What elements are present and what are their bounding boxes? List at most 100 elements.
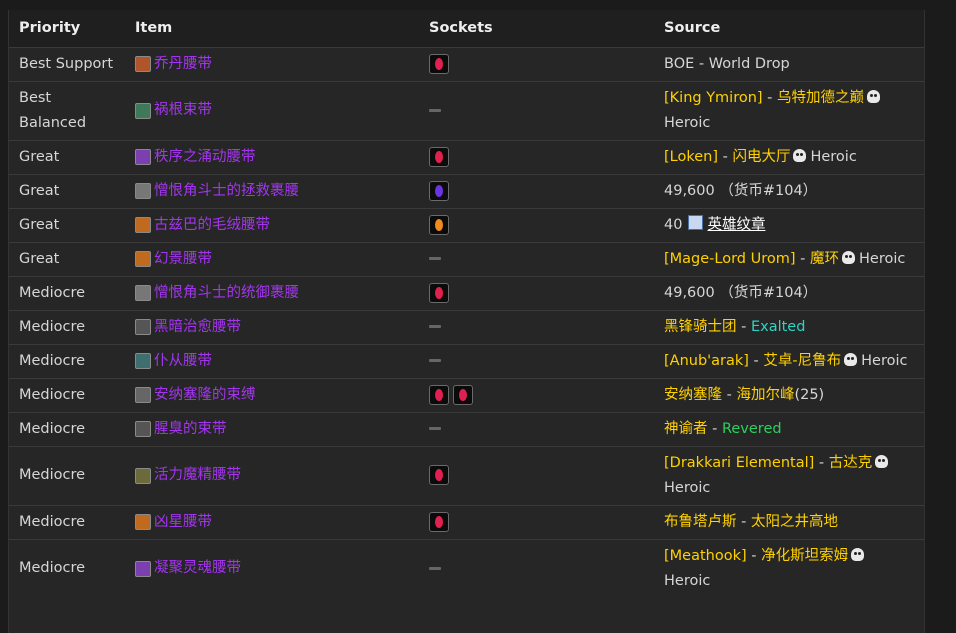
source-faction-link[interactable]: 神谕者	[664, 421, 708, 437]
source-cell: [Meathook] - 净化斯坦索姆 Heroic	[654, 539, 924, 598]
item-link[interactable]: 凶星腰带	[135, 510, 409, 535]
red-gem-socket-icon[interactable]	[429, 146, 449, 167]
table-row: Mediocre 凶星腰带 布鲁塔卢斯 - 太阳之井高地	[9, 505, 924, 539]
item-name[interactable]: 祸根束带	[154, 98, 212, 123]
source-boss-link[interactable]: [Anub'arak]	[664, 353, 749, 369]
source-location[interactable]: 太阳之井高地	[751, 514, 838, 530]
item-link[interactable]: 凝聚灵魂腰带	[135, 556, 409, 581]
table-row: Best Support 乔丹腰带 BOE - World Drop	[9, 47, 924, 81]
item-link[interactable]: 憎恨角斗士的拯救裹腰	[135, 179, 409, 204]
source-location[interactable]: 海加尔峰	[736, 387, 794, 403]
belt-icon	[135, 251, 151, 267]
source-location[interactable]: 闪电大厅	[732, 149, 790, 165]
source-location[interactable]: 魔环	[810, 251, 839, 267]
item-name[interactable]: 黑暗治愈腰带	[154, 315, 241, 340]
table-row: Mediocre 活力魔精腰带 [Drakkari Elemental] - 古达克…	[9, 446, 924, 505]
header-item: Item	[135, 20, 173, 37]
item-cell: 憎恨角斗士的统御裹腰	[125, 276, 419, 310]
source-boss-link[interactable]: 安纳塞隆	[664, 387, 722, 403]
table-body: Best Support 乔丹腰带 BOE - World Drop Best Bal…	[9, 47, 924, 598]
item-link[interactable]: 憎恨角斗士的统御裹腰	[135, 281, 409, 306]
item-link[interactable]: 腥臭的束带	[135, 417, 409, 442]
red-gem-socket-icon[interactable]	[429, 53, 449, 74]
priority-cell: Mediocre	[19, 284, 86, 301]
red-gem-socket-icon[interactable]	[429, 384, 449, 405]
item-name[interactable]: 秩序之涌动腰带	[154, 145, 256, 170]
table-header-row: Priority Item Sockets Source	[9, 10, 924, 47]
header-source: Source	[664, 20, 721, 37]
item-name[interactable]: 凝聚灵魂腰带	[154, 556, 241, 581]
item-name[interactable]: 憎恨角斗士的拯救裹腰	[154, 179, 299, 204]
belt-icon	[135, 183, 151, 199]
item-link[interactable]: 安纳塞隆的束缚	[135, 383, 409, 408]
source-location: BOE - World Drop	[664, 55, 790, 72]
item-name[interactable]: 安纳塞隆的束缚	[154, 383, 256, 408]
red-gem-socket-icon[interactable]	[453, 384, 473, 405]
source-currency-link[interactable]: 英雄纹章	[707, 217, 765, 233]
item-name[interactable]: 幻景腰带	[154, 247, 212, 272]
red-gem-socket-icon[interactable]	[429, 511, 449, 532]
belt-icon	[135, 353, 151, 369]
source-boss-link[interactable]: 布鲁塔卢斯	[664, 514, 737, 530]
belt-icon	[135, 149, 151, 165]
item-name[interactable]: 腥臭的束带	[154, 417, 227, 442]
source-separator: -	[746, 547, 762, 564]
source-location[interactable]: 净化斯坦索姆	[761, 548, 848, 564]
item-link[interactable]: 黑暗治愈腰带	[135, 315, 409, 340]
belt-icon	[135, 56, 151, 72]
sockets-cell	[419, 81, 654, 140]
source-location[interactable]: 乌特加德之巅	[777, 90, 864, 106]
empty-socket-dash-icon	[429, 108, 441, 112]
item-cell: 幻景腰带	[125, 242, 419, 276]
source-boss-link[interactable]: [Meathook]	[664, 548, 747, 564]
source-boss-link[interactable]: [King Ymiron]	[664, 90, 763, 106]
heroic-label: Heroic	[859, 250, 906, 267]
source-faction-link[interactable]: 黑锋骑士团	[664, 319, 737, 335]
item-cell: 活力魔精腰带	[125, 446, 419, 505]
item-cell: 祸根束带	[125, 81, 419, 140]
source-boss-link[interactable]: [Mage-Lord Urom]	[664, 251, 796, 267]
red-gem-socket-icon[interactable]	[429, 282, 449, 303]
item-link[interactable]: 幻景腰带	[135, 247, 409, 272]
orange-gem-socket-icon[interactable]	[429, 214, 449, 235]
item-name[interactable]: 古兹巴的毛绒腰带	[154, 213, 270, 238]
item-name[interactable]: 憎恨角斗士的统御裹腰	[154, 281, 299, 306]
item-name[interactable]: 仆从腰带	[154, 349, 212, 374]
item-cell: 古兹巴的毛绒腰带	[125, 208, 419, 242]
sockets-cell	[419, 378, 654, 412]
skull-heroic-icon	[875, 454, 889, 468]
source-boss-link[interactable]: [Drakkari Elemental]	[664, 455, 814, 471]
item-cell: 秩序之涌动腰带	[125, 140, 419, 174]
item-name[interactable]: 凶星腰带	[154, 510, 212, 535]
table-row: Mediocre 黑暗治愈腰带 黑锋骑士团 - Exalted	[9, 310, 924, 344]
heroic-label: Heroic	[664, 572, 711, 589]
sockets-cell	[419, 47, 654, 81]
item-link[interactable]: 祸根束带	[135, 98, 409, 123]
source-raid-size: (25)	[794, 386, 825, 403]
belt-icon	[135, 421, 151, 437]
source-boss-link[interactable]: [Loken]	[664, 149, 718, 165]
source-separator: -	[762, 89, 778, 106]
table-row: Mediocre 凝聚灵魂腰带 [Meathook] - 净化斯坦索姆 Heroic	[9, 539, 924, 598]
prismatic-gem-socket-icon[interactable]	[429, 180, 449, 201]
source-cell: 神谕者 - Revered	[654, 412, 924, 446]
priority-cell: Mediocre	[19, 386, 86, 403]
red-gem-socket-icon[interactable]	[429, 465, 449, 485]
source-cell: [Drakkari Elemental] - 古达克 Heroic	[654, 446, 924, 505]
item-name[interactable]: 乔丹腰带	[154, 52, 212, 77]
source-cell: BOE - World Drop	[654, 47, 924, 81]
item-name[interactable]: 活力魔精腰带	[154, 463, 241, 488]
item-link[interactable]: 乔丹腰带	[135, 52, 409, 77]
belt-icon	[135, 514, 151, 530]
item-link[interactable]: 仆从腰带	[135, 349, 409, 374]
priority-cell: Best Support	[19, 55, 114, 72]
item-link[interactable]: 活力魔精腰带	[135, 463, 409, 488]
item-link[interactable]: 古兹巴的毛绒腰带	[135, 213, 409, 238]
priority-cell: Mediocre	[19, 467, 86, 483]
source-location[interactable]: 古达克	[829, 455, 873, 471]
badge-of-heroism-icon	[688, 214, 704, 230]
source-cell: 49,600 （货币#104）	[654, 276, 924, 310]
source-location[interactable]: 艾卓-尼鲁布	[763, 353, 841, 369]
source-cell: [Loken] - 闪电大厅 Heroic	[654, 140, 924, 174]
item-link[interactable]: 秩序之涌动腰带	[135, 145, 409, 170]
